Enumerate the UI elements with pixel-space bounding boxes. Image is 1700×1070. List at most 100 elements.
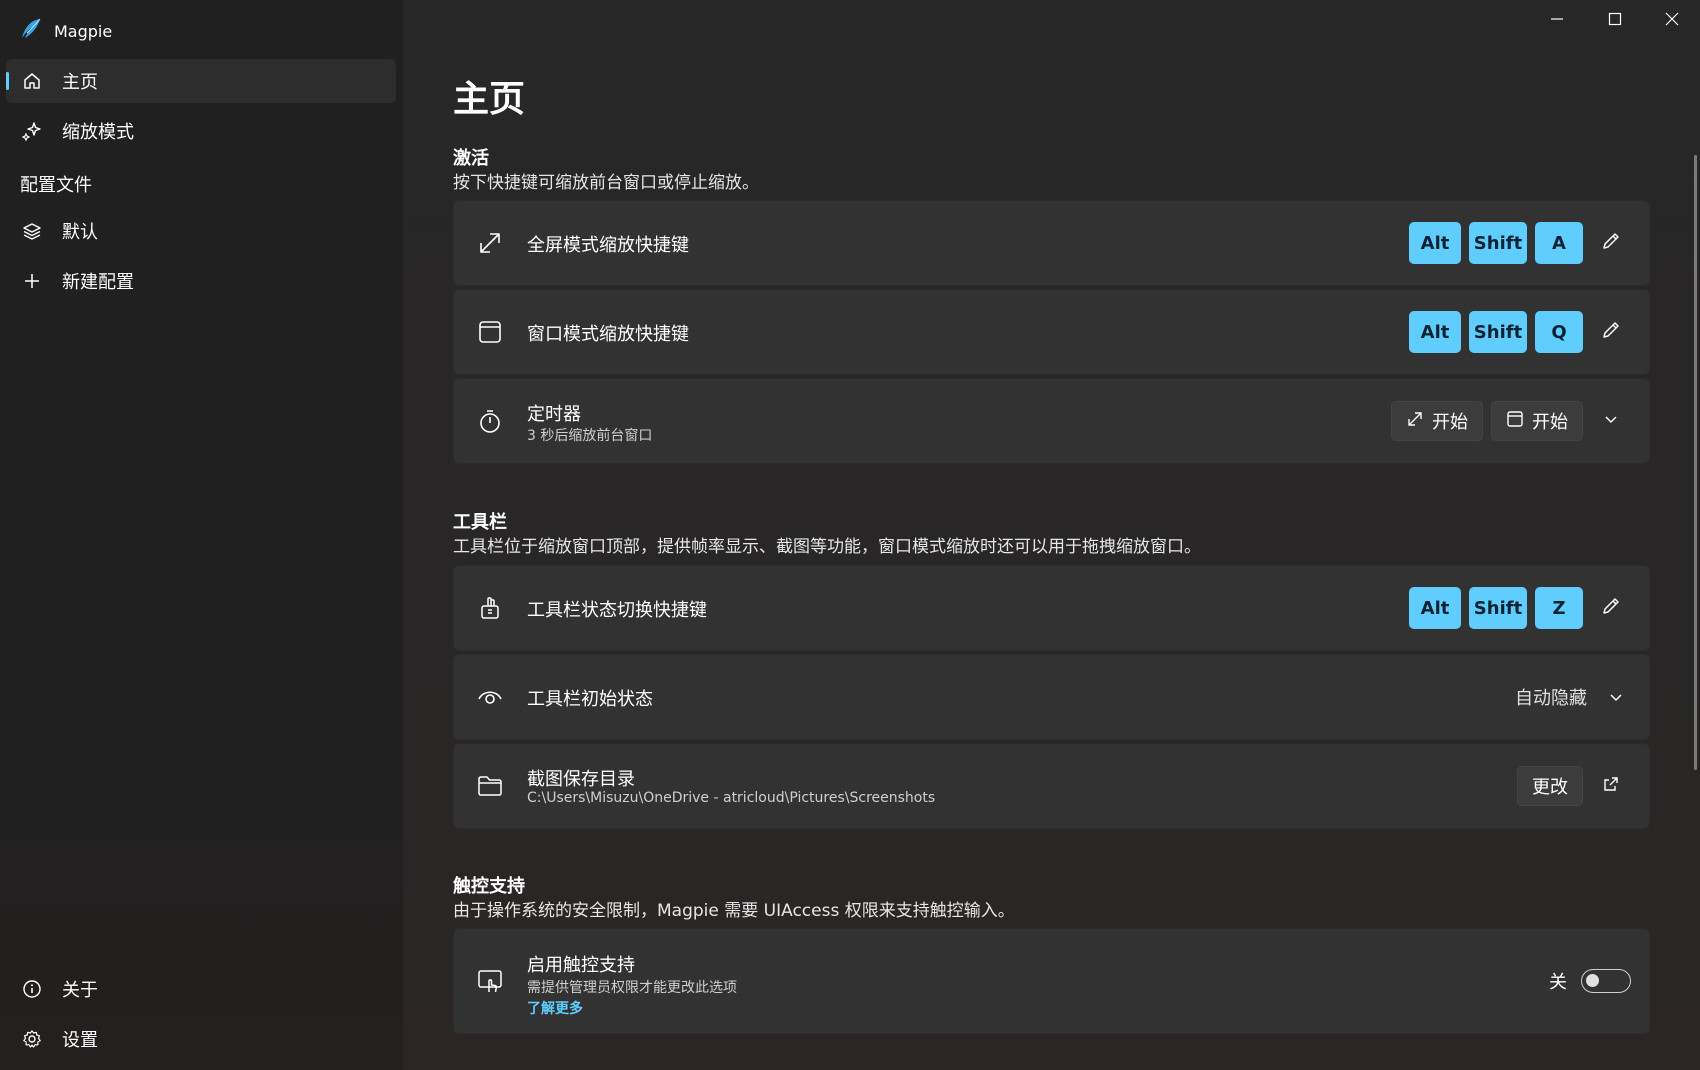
app-window: Magpie 主页 缩放模式 配置文件 默认 新建配置 关于 设置 主页 激活 … [0,0,1700,1070]
timer-icon [476,407,504,435]
key-shift: Shift [1469,222,1527,264]
key-letter: A [1535,222,1583,264]
maximize-button[interactable] [1587,0,1643,40]
touch-support-subtitle: 需提供管理员权限才能更改此选项 [527,980,737,996]
fullscreen-hotkey-keys: Alt Shift A [1409,201,1631,285]
timer-actions: 开始 开始 [1391,379,1631,463]
close-icon [1665,11,1679,30]
screenshot-dir-actions: 更改 [1517,744,1631,828]
section-desc-touch: 由于操作系统的安全限制，Magpie 需要 UIAccess 权限来支持触控输入… [453,901,1015,921]
sidebar-item-label: 新建配置 [62,272,134,293]
edit-windowed-hotkey-button[interactable] [1591,312,1631,352]
app-title-bar: Magpie [20,18,112,44]
section-title-touch: 触控支持 [453,876,525,897]
eye-icon [476,683,504,711]
chevron-down-icon [1601,689,1631,705]
sidebar-item-about[interactable]: 关于 [6,967,396,1011]
timer-fullscreen-start-label: 开始 [1432,412,1468,433]
gear-icon [20,1027,44,1051]
windowed-hotkey-card: 窗口模式缩放快捷键 Alt Shift Q [453,289,1650,375]
folder-icon [476,772,504,800]
minimize-icon [1550,11,1564,30]
touch-support-card: 启用触控支持 需提供管理员权限才能更改此选项 了解更多 关 [453,928,1650,1034]
expand-arrows-icon [476,229,504,257]
learn-more-link[interactable]: 了解更多 [527,998,583,1018]
expand-arrows-icon [1406,410,1424,433]
sidebar: Magpie 主页 缩放模式 配置文件 默认 新建配置 关于 设置 [0,0,403,1070]
toolbar-initial-state-value: 自动隐藏 [1515,688,1587,709]
screenshot-dir-path: C:\Users\Misuzu\OneDrive - atricloud\Pic… [527,790,936,806]
info-icon [20,977,44,1001]
maximize-icon [1608,11,1622,30]
scrollbar[interactable] [1694,155,1697,770]
windowed-hotkey-keys: Alt Shift Q [1409,290,1631,374]
sidebar-item-label: 主页 [62,72,98,93]
magpie-logo-icon [20,18,42,44]
home-icon [20,69,44,93]
pencil-icon [1600,595,1622,621]
sidebar-item-label: 设置 [62,1030,98,1051]
sidebar-item-new-profile[interactable]: 新建配置 [6,259,396,303]
pencil-icon [1600,319,1622,345]
open-external-icon [1603,776,1619,796]
sparkle-icon [20,119,44,143]
main-content: 主页 激活 按下快捷键可缩放前台窗口或停止缩放。 全屏模式缩放快捷键 Alt S… [403,0,1700,1070]
key-letter: Z [1535,587,1583,629]
key-alt: Alt [1409,311,1461,353]
page-title: 主页 [453,79,526,120]
change-screenshot-dir-button[interactable]: 更改 [1517,766,1583,806]
layers-icon [20,219,44,243]
key-shift: Shift [1469,587,1527,629]
toolbar-hand-icon [476,594,504,622]
touch-screen-icon [476,967,504,995]
toolbar-initial-state-card[interactable]: 工具栏初始状态 自动隐藏 [453,654,1650,740]
timer-card: 定时器 3 秒后缩放前台窗口 开始 开始 [453,378,1650,464]
section-title-toolbar: 工具栏 [453,512,507,533]
key-alt: Alt [1409,587,1461,629]
profiles-header: 配置文件 [20,175,92,196]
edit-fullscreen-hotkey-button[interactable] [1591,223,1631,263]
window-icon [1506,410,1524,433]
fullscreen-hotkey-title: 全屏模式缩放快捷键 [527,235,689,256]
key-shift: Shift [1469,311,1527,353]
sidebar-item-scaling-modes[interactable]: 缩放模式 [6,109,396,153]
screenshot-dir-title: 截图保存目录 [527,769,635,790]
section-desc-toolbar: 工具栏位于缩放窗口顶部，提供帧率显示、截图等功能，窗口模式缩放时还可以用于拖拽缩… [453,537,1201,557]
timer-windowed-start-button[interactable]: 开始 [1491,401,1583,441]
sidebar-item-settings[interactable]: 设置 [6,1017,396,1061]
app-title: Magpie [54,21,113,41]
edit-toolbar-hotkey-button[interactable] [1591,588,1631,628]
sidebar-item-label: 默认 [62,222,98,243]
key-letter: Q [1535,311,1583,353]
pencil-icon [1600,230,1622,256]
fullscreen-hotkey-card: 全屏模式缩放快捷键 Alt Shift A [453,200,1650,286]
close-button[interactable] [1644,0,1700,40]
sidebar-item-default-profile[interactable]: 默认 [6,209,396,253]
minimize-button[interactable] [1529,0,1585,40]
toolbar-initial-state-select[interactable]: 自动隐藏 [1515,655,1631,739]
sidebar-item-home[interactable]: 主页 [6,59,396,103]
chevron-down-icon [1603,411,1619,431]
touch-support-title: 启用触控支持 [527,955,635,976]
toolbar-hotkey-title: 工具栏状态切换快捷键 [527,600,707,621]
toolbar-hotkey-card: 工具栏状态切换快捷键 Alt Shift Z [453,565,1650,651]
timer-fullscreen-start-button[interactable]: 开始 [1391,401,1483,441]
timer-expand-button[interactable] [1591,401,1631,441]
window-icon [476,318,504,346]
touch-support-toggle[interactable] [1581,969,1631,993]
toolbar-initial-state-title: 工具栏初始状态 [527,689,653,710]
toolbar-hotkey-keys: Alt Shift Z [1409,566,1631,650]
touch-support-state-label: 关 [1549,972,1567,993]
plus-icon [20,269,44,293]
windowed-hotkey-title: 窗口模式缩放快捷键 [527,324,689,345]
toggle-knob [1586,974,1599,987]
timer-windowed-start-label: 开始 [1532,412,1568,433]
timer-subtitle: 3 秒后缩放前台窗口 [527,428,653,444]
open-screenshot-dir-button[interactable] [1591,766,1631,806]
section-desc-activation: 按下快捷键可缩放前台窗口或停止缩放。 [453,173,759,193]
timer-title: 定时器 [527,404,581,425]
touch-support-toggle-group: 关 [1549,929,1631,1033]
key-alt: Alt [1409,222,1461,264]
section-title-activation: 激活 [453,148,489,169]
sidebar-item-label: 关于 [62,980,98,1001]
